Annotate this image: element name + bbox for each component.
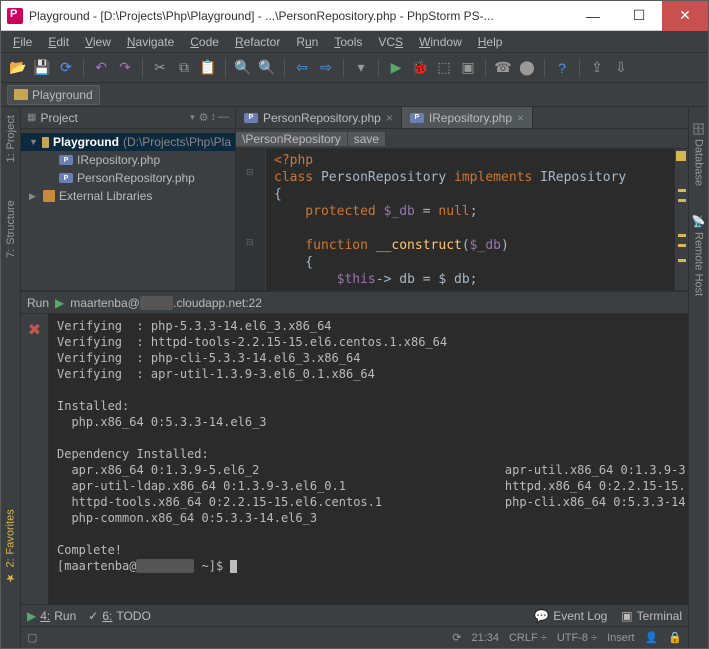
project-panel-title: Project	[40, 111, 186, 125]
run-icon[interactable]: ▶	[385, 57, 407, 79]
php-file-icon: P	[59, 155, 73, 165]
sync-icon[interactable]: ⟳	[55, 57, 77, 79]
menu-run[interactable]: Run	[288, 33, 326, 51]
run-panel-title: Run	[27, 296, 49, 310]
close-tab-icon[interactable]: ×	[386, 111, 393, 125]
menu-bar: File Edit View Navigate Code Refactor Ru…	[1, 31, 708, 53]
folder-icon	[14, 89, 28, 100]
phpstorm-icon	[7, 8, 23, 24]
tool-project[interactable]: 1: Project	[5, 111, 17, 166]
find-icon[interactable]: 🔍	[232, 57, 254, 79]
save-all-icon[interactable]: 💾	[31, 57, 53, 79]
background-tasks-icon[interactable]: ⟳	[452, 631, 461, 644]
project-file[interactable]: P PersonRepository.php	[21, 169, 235, 187]
main-toolbar: 📂 💾 ⟳ ↶ ↷ ✂ ⧉ 📋 🔍 🔍 ⇦ ⇨ ▾ ▶ 🐞 ⬚ ▣ ☎ ⬤ ? …	[1, 53, 708, 83]
breadcrumb[interactable]: Playground	[7, 85, 100, 105]
stop-icon[interactable]: ✖	[28, 320, 41, 340]
editor-marker-bar[interactable]	[674, 149, 688, 290]
project-file[interactable]: P IRepository.php	[21, 151, 235, 169]
coverage-icon[interactable]: ⬚	[433, 57, 455, 79]
inspection-icon[interactable]: 👤	[645, 631, 659, 644]
open-icon[interactable]: 📂	[7, 57, 29, 79]
paste-icon[interactable]: 📋	[197, 57, 219, 79]
status-icon[interactable]: ▢	[27, 631, 37, 644]
editor: P PersonRepository.php × P IRepository.p…	[236, 107, 688, 290]
menu-file[interactable]: File	[5, 33, 40, 51]
run-config-icon[interactable]: ▾	[350, 57, 372, 79]
upload-icon[interactable]: ⇪	[586, 57, 608, 79]
php-file-icon: P	[244, 113, 258, 123]
editor-breadcrumb[interactable]: \PersonRepository save	[236, 129, 688, 149]
play-icon: ▶	[55, 296, 64, 310]
menu-vcs[interactable]: VCS	[370, 33, 411, 51]
collapse-icon[interactable]: ↕	[211, 111, 217, 124]
menu-help[interactable]: Help	[470, 33, 511, 51]
navigation-bar: Playground	[1, 83, 708, 107]
menu-view[interactable]: View	[77, 33, 119, 51]
menu-navigate[interactable]: Navigate	[119, 33, 182, 51]
folder-icon	[42, 137, 49, 148]
console-output[interactable]: Verifying : php-5.3.3-14.el6_3.x86_64 Ve…	[49, 314, 688, 604]
window-titlebar: Playground - [D:\Projects\Php\Playground…	[1, 1, 708, 31]
library-icon	[43, 190, 55, 202]
window-title: Playground - [D:\Projects\Php\Playground…	[29, 9, 570, 23]
project-root[interactable]: ▼ Playground (D:\Projects\Php\Pla	[21, 133, 235, 151]
left-tool-strip: 1: Project 7: Structure ★ 2: Favorites	[1, 107, 21, 648]
hide-icon[interactable]: —	[218, 111, 229, 124]
right-tool-strip: 🗄 Database 📡 Remote Host	[688, 107, 708, 648]
back-icon[interactable]: ⇦	[291, 57, 313, 79]
php-file-icon: P	[410, 113, 424, 123]
status-line-sep[interactable]: CRLF ÷	[509, 632, 547, 644]
tool-todo[interactable]: ✓ 6: TODO	[88, 609, 151, 623]
run-config-name: maartenba@ .cloudapp.net:22	[70, 296, 262, 310]
tool-favorites[interactable]: ★ 2: Favorites	[4, 505, 17, 588]
menu-tools[interactable]: Tools	[326, 33, 370, 51]
stop-icon[interactable]: ▣	[457, 57, 479, 79]
forward-icon[interactable]: ⇨	[315, 57, 337, 79]
bottom-tool-strip: ▶ 4: Run ✓ 6: TODO 💬 Event Log ▣ Termina…	[21, 604, 688, 626]
breakpoint-icon[interactable]: ⬤	[516, 57, 538, 79]
status-encoding[interactable]: UTF-8 ÷	[557, 632, 597, 644]
status-bar: ▢ ⟳ 21:34 CRLF ÷ UTF-8 ÷ Insert 👤 🔒	[21, 626, 688, 648]
tool-terminal[interactable]: ▣ Terminal	[621, 609, 682, 623]
lock-icon[interactable]: 🔒	[668, 631, 682, 644]
replace-icon[interactable]: 🔍	[256, 57, 278, 79]
close-tab-icon[interactable]: ×	[517, 111, 524, 125]
editor-tab-active[interactable]: P PersonRepository.php ×	[236, 107, 402, 128]
tool-event-log[interactable]: 💬 Event Log	[534, 609, 607, 623]
editor-tab[interactable]: P IRepository.php ×	[402, 107, 533, 128]
undo-icon[interactable]: ↶	[90, 57, 112, 79]
menu-edit[interactable]: Edit	[40, 33, 77, 51]
copy-icon[interactable]: ⧉	[173, 57, 195, 79]
redo-icon[interactable]: ↷	[114, 57, 136, 79]
php-file-icon: P	[59, 173, 73, 183]
breadcrumb-label: Playground	[32, 88, 93, 102]
tool-run[interactable]: ▶ 4: Run	[27, 609, 76, 623]
status-insert[interactable]: Insert	[607, 632, 635, 644]
menu-window[interactable]: Window	[411, 33, 470, 51]
project-panel: ▦ Project ▾ ⚙ ↕ — ▼ Playground	[21, 107, 236, 290]
run-panel: Run ▶ maartenba@ .cloudapp.net:22 ✖ Veri…	[21, 291, 688, 604]
editor-gutter[interactable]: ⊟ ⊟	[236, 149, 266, 290]
cut-icon[interactable]: ✂	[149, 57, 171, 79]
menu-code[interactable]: Code	[182, 33, 227, 51]
debug-icon[interactable]: 🐞	[409, 57, 431, 79]
external-libraries[interactable]: ▶ External Libraries	[21, 187, 235, 205]
maximize-button[interactable]: ☐	[616, 1, 662, 31]
listen-debug-icon[interactable]: ☎	[492, 57, 514, 79]
settings-icon[interactable]: ⚙	[199, 111, 209, 124]
close-button[interactable]: ✕	[662, 1, 708, 31]
menu-refactor[interactable]: Refactor	[227, 33, 288, 51]
code-content[interactable]: <?php class PersonRepository implements …	[266, 149, 674, 290]
tool-remote-host[interactable]: 📡 Remote Host	[692, 210, 705, 300]
tool-structure[interactable]: 7: Structure	[5, 196, 17, 262]
tool-database[interactable]: 🗄 Database	[692, 117, 705, 190]
minimize-button[interactable]: —	[570, 1, 616, 31]
help-icon[interactable]: ?	[551, 57, 573, 79]
status-position[interactable]: 21:34	[471, 632, 499, 644]
download-icon[interactable]: ⇩	[610, 57, 632, 79]
